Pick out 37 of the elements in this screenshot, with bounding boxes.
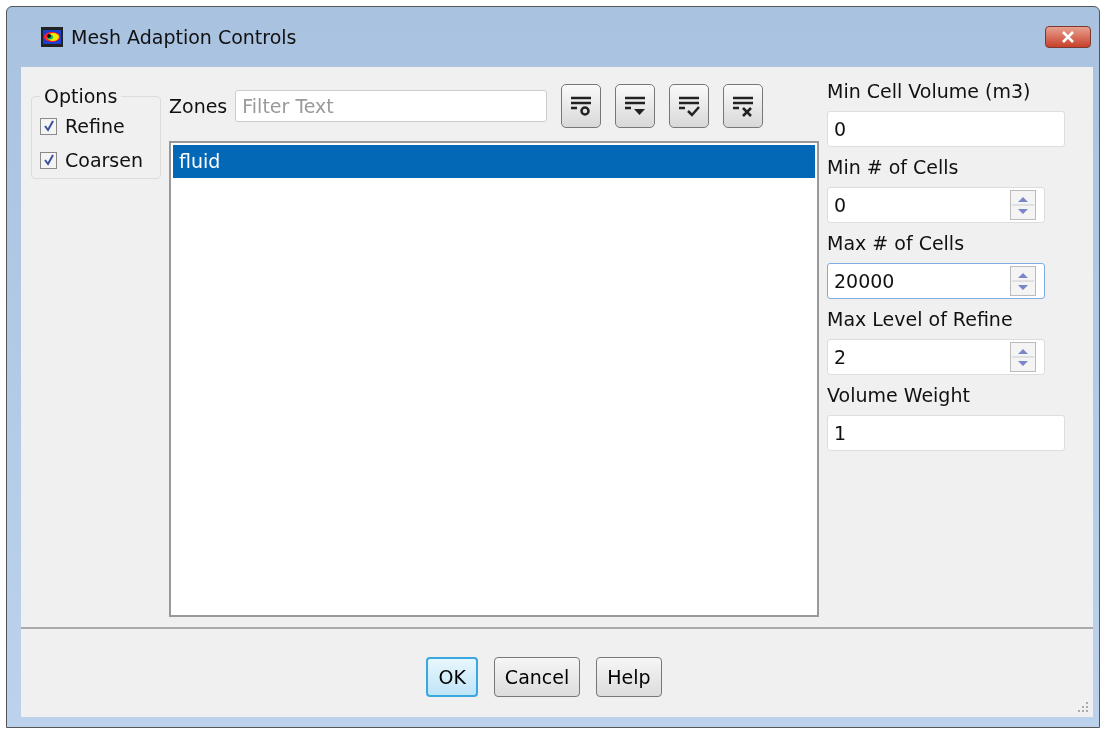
checkbox-label: Coarsen xyxy=(65,149,143,171)
window-title: Mesh Adaption Controls xyxy=(71,26,298,48)
input-field[interactable]: 1 xyxy=(827,415,1065,451)
field-label: Max Level of Refine xyxy=(827,307,1014,332)
field-label: Min Cell Volume (m3) xyxy=(827,79,1032,104)
field-label: Max # of Cells xyxy=(827,231,966,256)
toolbar-button[interactable] xyxy=(561,84,602,128)
checkbox-label: Refine xyxy=(65,115,125,137)
toolbar-button[interactable] xyxy=(723,84,764,128)
spinner-arrows-icon xyxy=(1010,342,1036,372)
dialog-button[interactable]: Help xyxy=(596,657,662,697)
toolbar-button[interactable] xyxy=(615,84,656,128)
spin-field[interactable]: 0 xyxy=(827,187,1045,223)
close-icon xyxy=(1061,31,1075,43)
list-clear-icon xyxy=(731,94,756,118)
list-circle-icon xyxy=(569,94,594,118)
zones-label: Zones xyxy=(169,95,228,117)
list-check-icon xyxy=(677,94,702,118)
list-dropdown-icon xyxy=(623,94,648,118)
field-label: Min # of Cells xyxy=(827,155,960,180)
filter-field[interactable]: Filter Text xyxy=(235,90,548,122)
dialog-button[interactable]: OK xyxy=(426,657,478,697)
spinner-arrows-icon xyxy=(1010,190,1036,220)
input-field[interactable]: 0 xyxy=(827,111,1065,147)
spin-field[interactable]: 20000 xyxy=(827,263,1045,299)
checkbox[interactable] xyxy=(40,117,57,135)
dialog-button[interactable]: Cancel xyxy=(493,657,581,697)
close-button[interactable] xyxy=(1045,26,1091,48)
resize-grip-icon xyxy=(1075,699,1089,713)
spinner-arrows-icon xyxy=(1010,266,1036,296)
toolbar-button[interactable] xyxy=(669,84,710,128)
field-label: Volume Weight xyxy=(827,383,971,408)
checkbox[interactable] xyxy=(40,151,57,169)
spin-field[interactable]: 2 xyxy=(827,339,1045,375)
app-icon xyxy=(41,27,63,47)
group-title: Options xyxy=(43,85,119,107)
list-item[interactable]: fluid xyxy=(173,145,815,178)
